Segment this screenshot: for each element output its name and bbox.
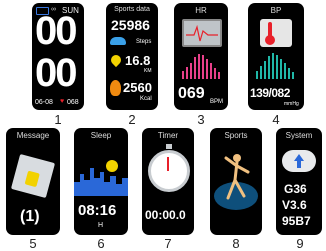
hr-value: 069 (178, 85, 205, 102)
screen-title: Sports (224, 131, 248, 140)
steps-value: 25986 (111, 17, 150, 33)
distance-value: 16.8 (125, 53, 151, 68)
sleep-unit: H (98, 222, 104, 229)
screen-number: 9 (296, 236, 304, 251)
screen-blood-pressure: BP 139/082 mmHg (248, 3, 304, 110)
flame-icon (110, 80, 121, 96)
hr-bars (182, 54, 220, 79)
city-skyline-icon (74, 160, 128, 196)
screen-title: Message (16, 131, 50, 140)
screen-number: 2 (128, 112, 136, 127)
screen-title: Timer (157, 131, 179, 140)
screen-timer: Timer 00:00.0 (142, 128, 194, 235)
runner-icon (214, 154, 258, 210)
ecg-monitor-icon (182, 19, 222, 47)
screen-system: System G36 V3.6 95B7 (276, 128, 322, 235)
clock-hours: 00 (35, 9, 77, 53)
bp-bars (256, 53, 294, 79)
date: 06-08 (35, 99, 53, 106)
heart-icon: ♥ (60, 98, 65, 105)
calories-unit: Kcal (140, 96, 152, 102)
shoe-icon (110, 37, 126, 45)
thermometer-icon (260, 19, 292, 47)
screen-title: System (285, 131, 313, 140)
hr-unit: BPM (210, 99, 224, 105)
screen-sports: Sports (210, 128, 262, 235)
clock-minutes: 00 (35, 51, 77, 95)
screen-number: 6 (97, 236, 105, 251)
message-count: (1) (20, 208, 40, 225)
system-line-2: V3.6 (282, 198, 307, 212)
screen-number: 7 (164, 236, 172, 251)
screen-title: BP (270, 6, 282, 15)
system-line-3: 95B7 (282, 214, 311, 228)
screen-number: 5 (29, 236, 37, 251)
timer-value: 00:00.0 (145, 208, 186, 222)
envelope-icon (10, 153, 56, 199)
ecg-line (186, 24, 218, 42)
screen-number: 1 (54, 112, 62, 127)
screen-sleep: Sleep 08:16 H (74, 128, 128, 235)
sleep-time: 08:16 (78, 202, 117, 219)
bp-unit: mmHg (284, 101, 299, 107)
stopwatch-icon (148, 144, 190, 192)
steps-unit: Steps (136, 39, 152, 45)
heart-rate: 068 (67, 99, 79, 106)
location-pin-icon (108, 52, 124, 68)
screen-number: 8 (232, 236, 240, 251)
screen-number: 4 (272, 112, 280, 127)
screen-title: HR (195, 6, 207, 15)
screen-sports-data: Sports data 25986 Steps 16.8 KM 2560 Kca… (106, 3, 158, 110)
screen-title: Sports data (114, 6, 150, 13)
screen-heart-rate: HR 069 BPM (174, 3, 228, 110)
system-line-1: G36 (284, 182, 307, 196)
screen-title: Sleep (90, 131, 112, 140)
screen-clock: ∞ SUN 00 00 06-08 ♥ 068 (32, 3, 84, 110)
bp-value: 139/082 (250, 86, 290, 100)
screen-message: Message (1) (6, 128, 60, 235)
distance-unit: KM (144, 68, 152, 74)
cloud-upload-icon (282, 150, 316, 172)
calories-value: 2560 (123, 80, 152, 95)
screen-number: 3 (197, 112, 205, 127)
